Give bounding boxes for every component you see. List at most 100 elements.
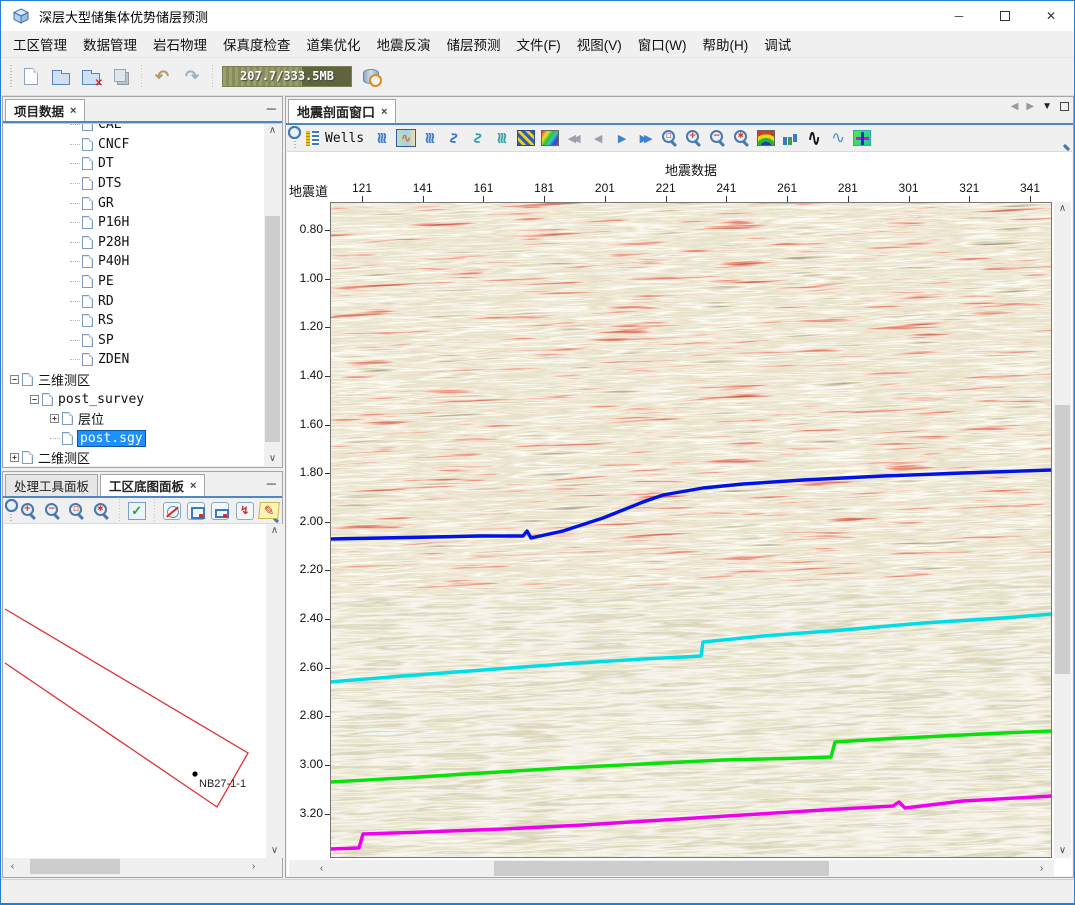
next-section-button[interactable]: ▶ (610, 126, 634, 150)
close-icon[interactable]: × (381, 106, 387, 118)
tab-seismic-section[interactable]: 地震剖面窗口 × (288, 99, 396, 123)
crossplot-button[interactable] (850, 126, 874, 150)
database-button[interactable] (357, 63, 385, 91)
close-icon[interactable]: × (190, 480, 196, 492)
scrollbar-thumb[interactable] (30, 859, 120, 874)
tree-item-P28H[interactable]: P28H (4, 233, 264, 253)
tab-scroll-left-icon[interactable]: ◀ (1011, 101, 1019, 112)
menu-item-储层预测[interactable]: 储层预测 (439, 30, 509, 58)
palette-button[interactable] (538, 126, 562, 150)
zoom-fit-button[interactable] (91, 499, 113, 523)
basemap-vscrollbar[interactable]: ∧ ∨ (266, 524, 283, 858)
tree-item-P16H[interactable]: P16H (4, 213, 264, 233)
s-curve-button[interactable]: ∿ (442, 126, 466, 150)
scroll-up-icon[interactable]: ∧ (264, 126, 281, 136)
tree-item-post.sgy[interactable]: post.sgy (4, 429, 264, 449)
save-all-button[interactable] (107, 63, 135, 91)
menu-item-保真度检查[interactable]: 保真度检查 (215, 30, 299, 58)
scroll-up-icon[interactable]: ∧ (266, 526, 283, 536)
tree-item-P40H[interactable]: P40H (4, 252, 264, 272)
zoom-in-button[interactable] (18, 499, 40, 523)
first-section-button[interactable]: ◀◀ (562, 126, 586, 150)
collapse-icon[interactable]: − (10, 375, 19, 384)
basemap-view[interactable]: NB27-1-1 (4, 524, 266, 858)
menu-item-地震反演[interactable]: 地震反演 (369, 30, 439, 58)
redo-button[interactable]: ↷ (178, 63, 206, 91)
tree-item-二维测区[interactable]: +二维测区 (4, 448, 264, 466)
tree-item-SP[interactable]: SP (4, 331, 264, 351)
wavelet-button[interactable]: ∿ (802, 126, 826, 150)
s-curve-alt-button[interactable]: ∿ (466, 126, 490, 150)
open-project-button[interactable] (47, 63, 75, 91)
maximize-view-icon[interactable] (1060, 102, 1069, 111)
zoom-window-button[interactable] (658, 126, 682, 150)
tab-scroll-right-icon[interactable]: ▶ (1026, 101, 1034, 112)
wells-button[interactable] (300, 126, 324, 150)
collapse-icon[interactable]: − (30, 395, 39, 404)
density-wiggle-button[interactable]: ∿ (394, 126, 418, 150)
zoom-window-button[interactable] (66, 499, 88, 523)
tree-item-GR[interactable]: GR (4, 193, 264, 213)
tab-list-dropdown-icon[interactable]: ▼ (1042, 101, 1052, 112)
scroll-up-icon[interactable]: ∧ (1054, 204, 1071, 214)
scroll-down-icon[interactable]: ∨ (266, 846, 283, 856)
minimize-panel-icon[interactable]: ─ (267, 101, 276, 116)
tree-item-层位[interactable]: +层位 (4, 409, 264, 429)
tab-processing-tools[interactable]: 处理工具面板 (5, 474, 98, 496)
well-marker[interactable] (192, 771, 197, 776)
pattern-fill-button[interactable] (514, 126, 538, 150)
menu-item-调试[interactable]: 调试 (756, 30, 799, 58)
maximize-button[interactable] (982, 1, 1028, 31)
expand-icon[interactable]: + (50, 414, 59, 423)
menu-item-工区管理[interactable]: 工区管理 (5, 30, 75, 58)
tree-item-CAL[interactable]: CAL (4, 123, 264, 135)
colormap-button[interactable] (754, 126, 778, 150)
histogram-button[interactable] (778, 126, 802, 150)
tree-item-RD[interactable]: RD (4, 291, 264, 311)
tree-item-DT[interactable]: DT (4, 154, 264, 174)
scroll-right-icon[interactable]: › (245, 858, 262, 875)
close-icon[interactable]: × (70, 105, 76, 117)
zoom-in-button[interactable] (682, 126, 706, 150)
rect-zoom-button[interactable] (185, 499, 207, 523)
zoom-out-button[interactable] (42, 499, 64, 523)
menu-item-窗口(W)[interactable]: 窗口(W) (630, 30, 695, 58)
close-project-button[interactable] (77, 63, 105, 91)
seismic-vscrollbar[interactable]: ∧ ∨ (1054, 202, 1071, 858)
tree-item-post_survey[interactable]: −post_survey (4, 389, 264, 409)
tree-item-DTS[interactable]: DTS (4, 174, 264, 194)
seismic-image[interactable] (330, 202, 1052, 858)
visibility-toggle-button[interactable]: ✓ (126, 499, 148, 523)
prev-section-button[interactable]: ◀ (586, 126, 610, 150)
well-display-button[interactable] (160, 499, 182, 523)
tree-item-PE[interactable]: PE (4, 272, 264, 292)
wiggle-trace-button[interactable]: ≋ (370, 126, 394, 150)
close-button[interactable]: ✕ (1028, 1, 1074, 31)
basemap-hscrollbar[interactable]: ‹ › (4, 858, 262, 875)
menu-item-文件(F)[interactable]: 文件(F) (509, 30, 569, 58)
menu-item-岩石物理[interactable]: 岩石物理 (145, 30, 215, 58)
flatten-button[interactable] (209, 499, 231, 523)
multi-wiggle-button[interactable]: ≋ (490, 126, 514, 150)
minimize-panel-icon[interactable]: ─ (267, 476, 276, 491)
scroll-right-icon[interactable]: › (1033, 860, 1050, 877)
menu-item-帮助(H)[interactable]: 帮助(H) (694, 30, 756, 58)
zoom-out-button[interactable] (706, 126, 730, 150)
annotation-button[interactable]: ✎ (258, 499, 280, 523)
tree-item-ZDEN[interactable]: ZDEN (4, 350, 264, 370)
fault-polyline-button[interactable]: ↯ (233, 499, 255, 523)
last-section-button[interactable]: ▶▶ (634, 126, 658, 150)
expand-icon[interactable]: + (10, 453, 19, 462)
menu-item-视图(V)[interactable]: 视图(V) (569, 30, 630, 58)
variable-area-button[interactable]: ≋ (418, 126, 442, 150)
tab-project-data[interactable]: 项目数据 × (5, 99, 85, 121)
scroll-down-icon[interactable]: ∨ (1054, 846, 1071, 856)
tab-basemap[interactable]: 工区底图面板 × (100, 474, 205, 496)
scroll-left-icon[interactable]: ‹ (313, 860, 330, 877)
scroll-left-icon[interactable]: ‹ (4, 858, 21, 875)
scroll-down-icon[interactable]: ∨ (264, 454, 281, 464)
tree-scrollbar[interactable]: ∧ ∨ (264, 124, 281, 466)
scrollbar-thumb[interactable] (265, 216, 280, 442)
zoom-fit-button[interactable] (730, 126, 754, 150)
seismic-hscrollbar[interactable]: ‹ › (289, 860, 1054, 877)
